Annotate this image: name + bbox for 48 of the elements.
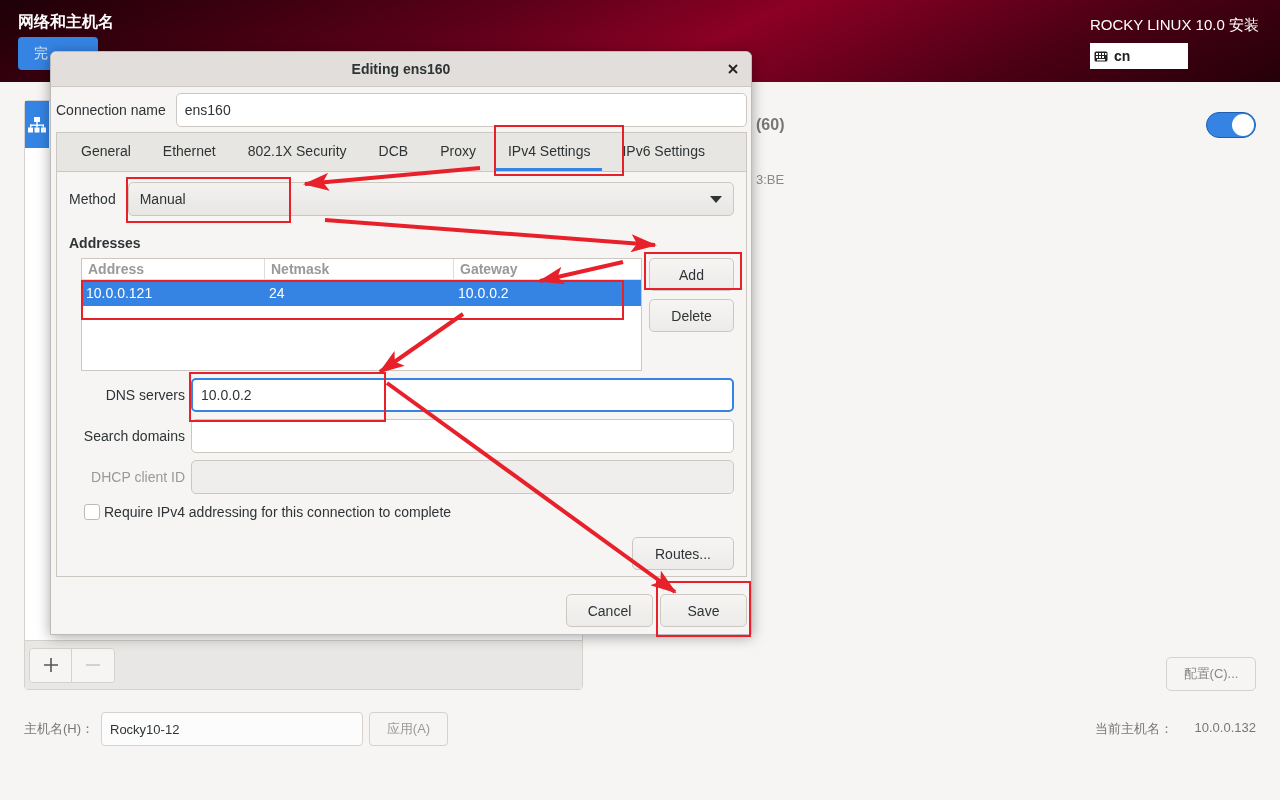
- tab[interactable]: IPv4 Settings: [495, 133, 603, 171]
- checkbox-label: Require IPv4 addressing for this connection to complete: [104, 504, 452, 520]
- text-field[interactable]: 10.0.0.2: [191, 378, 734, 412]
- dropdown-arrow-icon: [710, 195, 722, 203]
- connection-name-field[interactable]: ens160: [175, 93, 747, 127]
- hostname-field[interactable]: Rocky10-12: [101, 712, 363, 746]
- table-cell-text: 24: [268, 285, 286, 301]
- field-label: Search domains: [82, 428, 185, 444]
- field-label: DHCP client ID: [90, 469, 185, 485]
- tab[interactable]: 802.1X Security: [235, 133, 359, 171]
- dialog-title: Editing ens160: [351, 61, 451, 77]
- delete-button[interactable]: Delete: [649, 299, 734, 332]
- current-hostname-value: 10.0.0.132: [1194, 720, 1256, 737]
- method-dropdown[interactable]: Manual: [127, 182, 734, 216]
- tab[interactable]: IPv6 Settings: [610, 133, 717, 171]
- text-field[interactable]: [191, 419, 734, 453]
- add-button[interactable]: Add: [649, 258, 734, 291]
- current-hostname-label: 当前主机名：: [1094, 720, 1173, 738]
- table-cell-text: 10.0.0.121: [85, 285, 154, 301]
- tab[interactable]: General: [69, 133, 143, 171]
- tab[interactable]: Ethernet: [150, 133, 228, 171]
- device-name: (60): [756, 116, 785, 134]
- addresses-heading: Addresses: [69, 235, 142, 251]
- save-button[interactable]: Save: [660, 594, 747, 627]
- plus-icon: [42, 657, 59, 673]
- checkbox[interactable]: [84, 504, 100, 520]
- keyboard-icon: [1094, 50, 1108, 62]
- keyboard-layout-indicator[interactable]: cn: [1090, 43, 1188, 69]
- tab[interactable]: DCB: [366, 133, 421, 171]
- connection-name-label: Connection name: [56, 102, 166, 118]
- minus-icon: [86, 664, 100, 666]
- close-icon[interactable]: [728, 64, 738, 74]
- add-connection-button[interactable]: [30, 648, 72, 682]
- address-row[interactable]: 10.0.0.121 24 10.0.0.2: [82, 280, 641, 306]
- method-label: Method: [69, 191, 116, 207]
- table-cell-text: 10.0.0.2: [457, 285, 510, 301]
- device-toggle[interactable]: [1206, 112, 1256, 138]
- cancel-button[interactable]: Cancel: [566, 594, 653, 627]
- product-title: ROCKY LINUX 10.0 安装: [1090, 16, 1259, 35]
- tab[interactable]: Proxy: [428, 133, 488, 171]
- network-icon: [28, 115, 46, 134]
- keyboard-layout-label: cn: [1114, 48, 1131, 64]
- routes-button[interactable]: Routes...: [632, 537, 734, 570]
- page-title: 网络和主机名: [18, 12, 114, 32]
- connection-item[interactable]: [25, 101, 49, 148]
- hostname-label: 主机名(H)：: [24, 720, 95, 738]
- hardware-address: 3:BE: [756, 172, 786, 187]
- field-label: DNS servers: [104, 387, 185, 403]
